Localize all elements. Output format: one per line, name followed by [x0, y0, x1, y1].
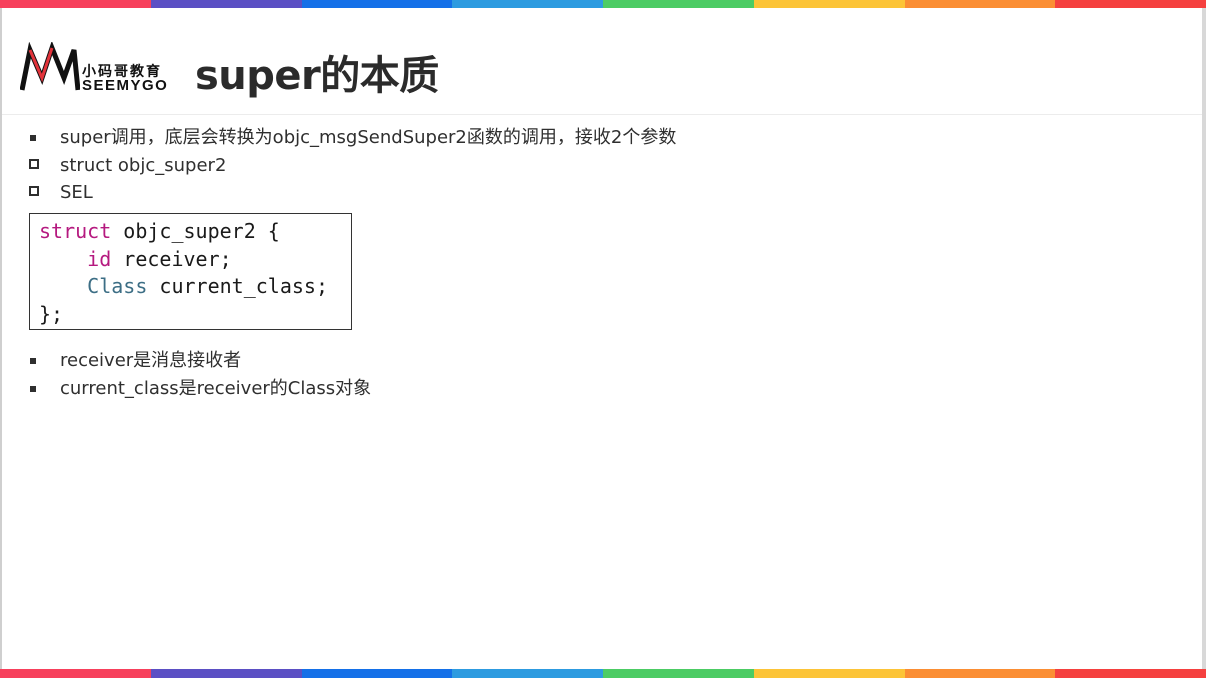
code-type: Class [87, 274, 148, 298]
hollow-square-bullet-icon [29, 159, 39, 169]
bullet-text: current_class是receiver的Class对象 [60, 378, 372, 399]
code-block: struct objc_super2 { id receiver; Class … [29, 213, 352, 330]
stripe-segment [150, 0, 302, 8]
stripe-segment [0, 669, 151, 678]
code-keyword: id [87, 246, 112, 271]
stripe-segment [904, 0, 1056, 8]
m-logo-icon [20, 42, 80, 91]
code-text: current_class; [147, 274, 329, 298]
stripe-segment [452, 669, 603, 678]
square-bullet-icon [30, 358, 36, 364]
square-bullet-icon [30, 386, 36, 392]
stripe-segment [150, 669, 302, 678]
seemygo-logo: 小码哥教育 SEEMYGO [20, 42, 180, 94]
stripe-segment [301, 669, 453, 678]
bullet-text: receiver是消息接收者 [60, 350, 242, 371]
logo-english-text: SEEMYGO [82, 77, 169, 94]
code-text: }; [39, 301, 64, 326]
bottom-color-stripe [0, 669, 1206, 678]
code-text: receiver; [111, 246, 232, 271]
header-divider [2, 114, 1202, 115]
slide-frame [0, 0, 1206, 678]
stripe-segment [1055, 669, 1206, 678]
bullet-text: SEL [60, 182, 93, 203]
stripe-segment [301, 0, 453, 8]
square-bullet-icon [30, 135, 36, 141]
stripe-segment [0, 0, 151, 8]
stripe-segment [753, 669, 905, 678]
code-text: objc_super2 { [111, 219, 280, 243]
stripe-segment [753, 0, 905, 8]
bullet-text: super调用，底层会转换为objc_msgSendSuper2函数的调用，接收… [60, 127, 677, 148]
code-keyword: struct [39, 219, 112, 243]
code-content: struct objc_super2 { id receiver; Class … [39, 218, 328, 328]
stripe-segment [904, 669, 1056, 678]
hollow-square-bullet-icon [29, 186, 39, 196]
stripe-segment [603, 669, 754, 678]
stripe-segment [452, 0, 603, 8]
stripe-segment [603, 0, 754, 8]
stripe-segment [1055, 0, 1206, 8]
top-color-stripe [0, 0, 1206, 8]
bullet-text: struct objc_super2 [60, 155, 227, 176]
page-title: super的本质 [195, 53, 439, 99]
